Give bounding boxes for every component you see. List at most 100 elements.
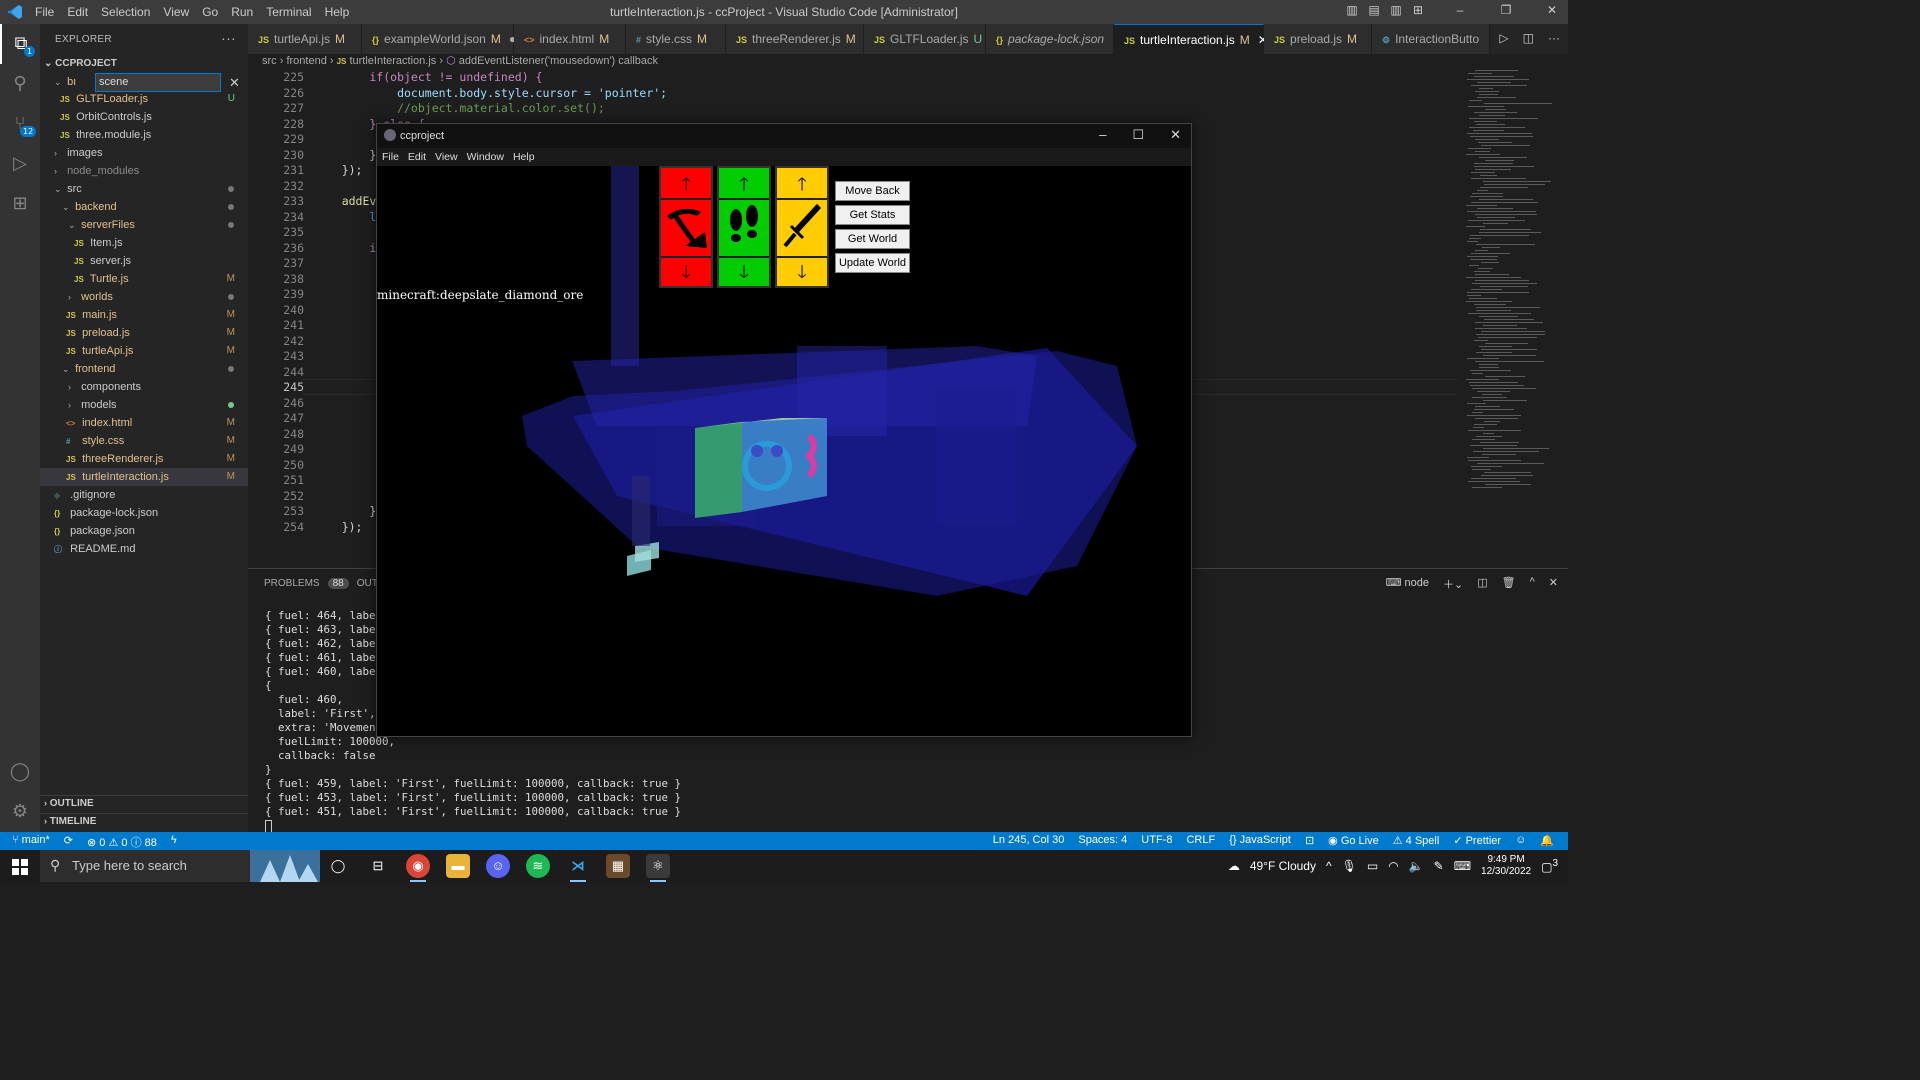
app-minimize-icon[interactable]: –	[1099, 127, 1106, 143]
customize-layout-icon[interactable]: ⊞	[1410, 3, 1426, 17]
notifications-icon[interactable]: 🔔	[1540, 834, 1554, 847]
toggle-sidebar-icon[interactable]: ▥	[1344, 3, 1360, 17]
end-of-line[interactable]: CRLF	[1186, 834, 1215, 847]
kill-terminal-icon[interactable]: 🗑	[1502, 576, 1516, 592]
dig-down-button[interactable]: 🡓	[661, 256, 711, 286]
tree-item-three-module[interactable]: JS three.module.js	[40, 126, 248, 144]
tab-gltfloader[interactable]: JS GLTFLoader.js U	[864, 24, 986, 54]
minimize-icon[interactable]: –	[1452, 3, 1468, 17]
widgets-icon[interactable]: ⊟	[366, 854, 390, 878]
tab-turtleinteraction[interactable]: JS turtleInteraction.js M ✕	[1114, 24, 1268, 54]
move-down-button[interactable]: 🡓	[719, 256, 769, 286]
more-actions-icon[interactable]: ···	[221, 30, 236, 46]
code-line[interactable]: 226 document.body.style.cursor = 'pointe…	[248, 86, 1458, 102]
get-world-button[interactable]: Get World	[835, 229, 910, 249]
app-menu-window[interactable]: Window	[467, 151, 504, 166]
prettier[interactable]: ✓ Prettier	[1453, 834, 1501, 847]
tree-folder-components[interactable]: › components	[40, 378, 248, 396]
taskbar-search[interactable]: ⚲ Type here to search	[40, 850, 320, 882]
indentation[interactable]: Spaces: 4	[1078, 834, 1127, 847]
minimap[interactable]	[1458, 70, 1568, 568]
show-hidden-icons-icon[interactable]: ^	[1326, 859, 1332, 873]
tree-item-server[interactable]: JS server.js	[40, 252, 248, 270]
tab-index-html[interactable]: <> index.html M	[514, 24, 626, 54]
tab-preload[interactable]: JS preload.js M	[1264, 24, 1372, 54]
search-icon[interactable]: ⚲	[0, 64, 40, 104]
tree-item-main[interactable]: JS main.js M	[40, 306, 248, 324]
feedback-icon[interactable]: ☺	[1515, 834, 1526, 847]
account-icon[interactable]: ◯	[0, 752, 40, 792]
tree-item-item[interactable]: JS Item.js	[40, 234, 248, 252]
microphone-icon[interactable]: 🎙	[1342, 859, 1357, 873]
tree-folder-node-modules[interactable]: › node_modules	[40, 162, 248, 180]
chrome-icon[interactable]: ◉	[406, 854, 430, 882]
tree-item-gltfloader[interactable]: JS GLTFLoader.js U	[40, 90, 248, 108]
terminal-selector[interactable]: ⌨ node	[1386, 576, 1429, 592]
sync-icon[interactable]: ⟳	[64, 834, 73, 850]
tree-folder-serverfiles[interactable]: ⌄ serverFiles	[40, 216, 248, 234]
volume-icon[interactable]: 🔈	[1409, 859, 1424, 873]
app-menu-view[interactable]: View	[435, 151, 458, 166]
attack-down-button[interactable]: 🡓	[777, 256, 827, 286]
tab-package-lock[interactable]: {} package-lock.json	[986, 24, 1114, 54]
toggle-panel-icon[interactable]: ▤	[1366, 3, 1382, 17]
app-menu-edit[interactable]: Edit	[408, 151, 426, 166]
move-up-button[interactable]: 🡑	[719, 170, 769, 200]
split-terminal-icon[interactable]: ◫	[1477, 576, 1487, 592]
spell-check[interactable]: ⚠ 4 Spell	[1393, 834, 1440, 847]
tree-item-gitignore[interactable]: ◆ .gitignore	[40, 486, 248, 504]
encoding[interactable]: UTF-8	[1141, 834, 1172, 847]
tree-item-turtle[interactable]: JS Turtle.js M	[40, 270, 248, 288]
lightning-icon[interactable]: ϟ	[171, 834, 177, 850]
dig-up-button[interactable]: 🡑	[661, 170, 711, 200]
code-line[interactable]: 227 //object.material.color.set();	[248, 101, 1458, 117]
app-maximize-icon[interactable]: ☐	[1132, 127, 1144, 143]
app-close-icon[interactable]: ✕	[1170, 127, 1181, 143]
go-live[interactable]: ◉ Go Live	[1328, 834, 1379, 847]
weather-text[interactable]: 49°F Cloudy	[1250, 859, 1316, 873]
wifi-icon[interactable]: ◠	[1388, 859, 1398, 873]
pen-icon[interactable]: ✎	[1434, 859, 1444, 873]
tree-item-package-lock[interactable]: {} package-lock.json	[40, 504, 248, 522]
3d-world-view[interactable]: 🡑 🡓 🡑 🡓 🡑 🡓 Move Back Get Stats Get Worl…	[377, 166, 1191, 736]
breadcrumb-file[interactable]: turtleInteraction.js	[349, 55, 436, 67]
tab-style-css[interactable]: # style.css M	[626, 24, 726, 54]
get-stats-button[interactable]: Get Stats	[835, 205, 910, 225]
tree-item-preload[interactable]: JS preload.js M	[40, 324, 248, 342]
update-world-button[interactable]: Update World	[835, 253, 910, 273]
close-panel-icon[interactable]: ✕	[1549, 576, 1558, 592]
tree-item-style-css[interactable]: # style.css M	[40, 432, 248, 450]
task-view-icon[interactable]: ◯	[326, 854, 350, 878]
breadcrumb-src[interactable]: src	[262, 55, 277, 67]
settings-gear-icon[interactable]: ⚙	[0, 792, 40, 832]
tree-folder-frontend[interactable]: ⌄ frontend	[40, 360, 248, 378]
spotify-icon[interactable]: ≋	[526, 854, 550, 878]
display-icon[interactable]: ▭	[1367, 859, 1378, 873]
file-explorer-icon[interactable]: ▬	[446, 854, 470, 878]
breadcrumb-symbol[interactable]: addEventListener('mousedown') callback	[459, 55, 658, 67]
tree-folder-images[interactable]: › images	[40, 144, 248, 162]
tree-folder-worlds[interactable]: › worlds	[40, 288, 248, 306]
minecraft-icon[interactable]: ▦	[606, 854, 630, 878]
language-mode[interactable]: {} JavaScript	[1229, 834, 1291, 847]
tree-item-readme[interactable]: ⓘ README.md	[40, 540, 248, 558]
explorer-icon[interactable]: ⧉ 1	[0, 24, 40, 64]
notification-center-icon[interactable]: ▢3	[1541, 858, 1558, 874]
clear-filter-icon[interactable]: ✕	[229, 75, 240, 91]
timeline-section[interactable]: › TIMELINE	[40, 813, 248, 831]
electron-app-icon[interactable]: ⚛	[646, 854, 670, 882]
git-branch[interactable]: ⑂ main*	[12, 834, 50, 850]
close-icon[interactable]: ✕	[1544, 3, 1560, 17]
move-back-button[interactable]: Move Back	[835, 181, 910, 201]
app-menu-file[interactable]: File	[382, 151, 399, 166]
breadcrumb-frontend[interactable]: frontend	[286, 55, 326, 67]
split-editor-icon[interactable]: ◫	[1523, 31, 1534, 45]
new-terminal-icon[interactable]: ＋⌄	[1443, 576, 1463, 592]
tree-item-orbitcontrols[interactable]: JS OrbitControls.js	[40, 108, 248, 126]
layout-icon[interactable]: ⊡	[1305, 834, 1314, 847]
outline-section[interactable]: › OUTLINE	[40, 795, 248, 813]
tab-threerenderer[interactable]: JS threeRenderer.js M	[726, 24, 864, 54]
terminal-prompt[interactable]	[265, 819, 681, 833]
tree-item-turtleinteraction[interactable]: JS turtleInteraction.js M	[40, 468, 248, 486]
clock[interactable]: 9:49 PM 12/30/2022	[1481, 854, 1531, 878]
